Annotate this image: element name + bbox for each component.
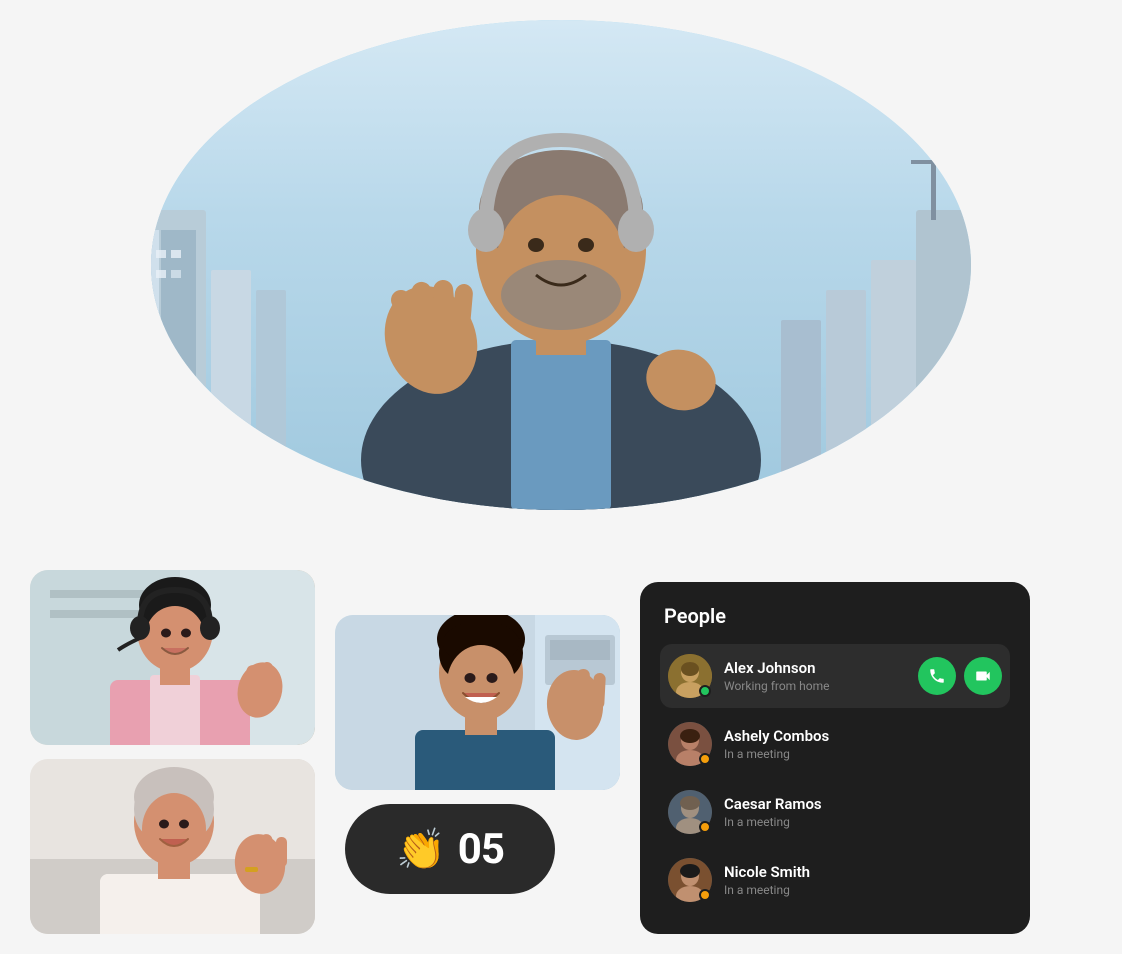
main-person-silhouette [321,30,801,510]
thumbnail-2 [335,615,620,790]
person-name-nicole: Nicole Smith [724,863,1002,881]
person-actions-alex [918,657,1002,695]
person-status-ashley: In a meeting [724,747,1002,761]
reaction-count: 05 [458,825,504,874]
status-dot-nicole [699,889,711,901]
avatar-wrap-alex [668,654,712,698]
status-dot-alex [699,685,711,697]
avatar-wrap-ashley [668,722,712,766]
person-name-caesar: Caesar Ramos [724,795,1002,813]
video-button-alex[interactable] [964,657,1002,695]
person-info-nicole: Nicole Smith In a meeting [724,863,1002,897]
call-button-alex[interactable] [918,657,956,695]
person-status-nicole: In a meeting [724,883,1002,897]
participant-2-video [335,615,620,790]
main-video [151,20,971,510]
person-name-alex: Alex Johnson [724,659,906,677]
people-panel: People Alex Johnson [640,582,1030,934]
thumbnails-left [30,570,315,934]
person-info-caesar: Caesar Ramos In a meeting [724,795,1002,829]
person-item-ashley: Ashely Combos In a meeting [660,712,1010,776]
person-item-alex: Alex Johnson Working from home [660,644,1010,708]
person-item-nicole: Nicole Smith In a meeting [660,848,1010,912]
person-info-ashley: Ashely Combos In a meeting [724,727,1002,761]
status-dot-ashley [699,753,711,765]
middle-column: 👏 05 [335,615,620,934]
person-status-alex: Working from home [724,679,906,693]
reaction-badge: 👏 05 [345,804,555,894]
bottom-section: 👏 05 People [30,570,1092,934]
participant-3-video [30,759,315,934]
thumbnail-3 [30,759,315,934]
person-item-caesar: Caesar Ramos In a meeting [660,780,1010,844]
participant-1-video [30,570,315,745]
reaction-emoji: 👏 [396,826,446,873]
panel-title: People [660,604,1010,628]
person-status-caesar: In a meeting [724,815,1002,829]
thumbnail-1 [30,570,315,745]
status-dot-caesar [699,821,711,833]
person-name-ashley: Ashely Combos [724,727,1002,745]
person-info-alex: Alex Johnson Working from home [724,659,906,693]
person-list: Alex Johnson Working from home [660,644,1010,912]
avatar-wrap-nicole [668,858,712,902]
avatar-wrap-caesar [668,790,712,834]
